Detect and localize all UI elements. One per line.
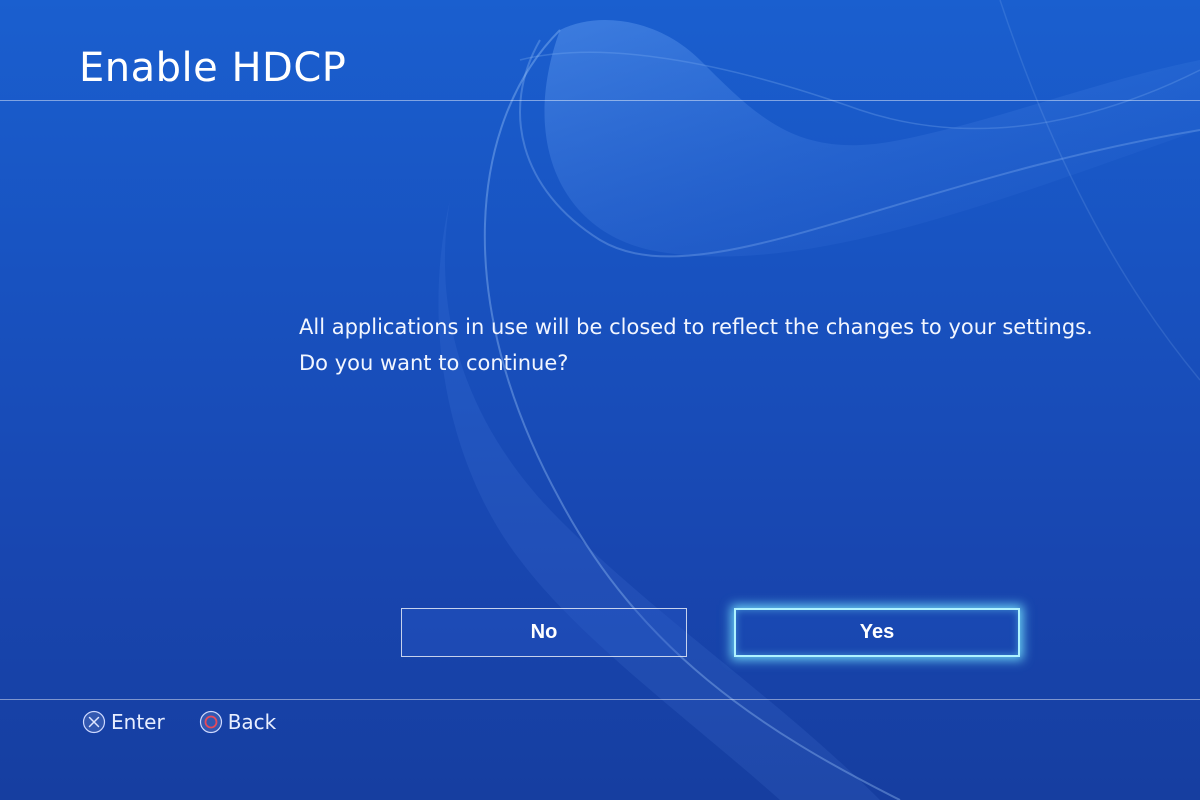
circle-button-icon	[199, 710, 222, 734]
enter-hint: Enter	[82, 710, 165, 734]
cross-button-icon	[82, 710, 106, 734]
enter-hint-label: Enter	[111, 710, 165, 734]
back-hint-label: Back	[227, 710, 277, 734]
background-waves	[438, 0, 1200, 800]
dialog-title: Enable HDCP	[79, 45, 347, 91]
footer-divider	[0, 699, 1200, 700]
yes-button-label: Yes	[859, 621, 895, 643]
no-button[interactable]: No	[401, 608, 687, 657]
message-line-1: All applications in use will be closed t…	[299, 315, 1093, 339]
dialog-message: All applications in use will be closed t…	[299, 309, 1179, 381]
back-hint: Back	[199, 710, 277, 734]
no-button-label: No	[530, 621, 558, 643]
button-hints: Enter Back	[82, 706, 310, 738]
header-divider	[0, 100, 1200, 101]
message-line-2: Do you want to continue?	[299, 351, 569, 375]
yes-button[interactable]: Yes	[734, 608, 1020, 657]
